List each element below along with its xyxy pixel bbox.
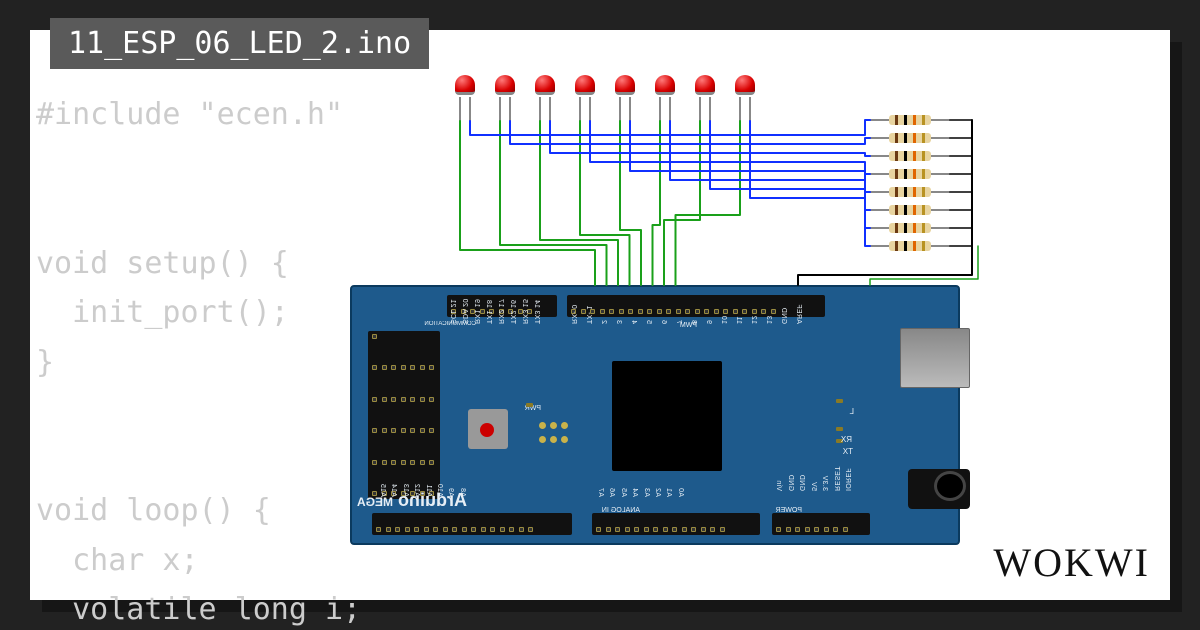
analog-in-label: ANALOG IN (602, 507, 640, 514)
pin-label-rx217: RX2 17 (497, 299, 504, 324)
led-5[interactable] (615, 75, 635, 101)
code-line: void loop() { (36, 493, 271, 528)
usb-port[interactable] (900, 328, 970, 388)
pin-label-3.3v: 3.3V (821, 475, 828, 491)
power-label: POWER (776, 507, 802, 514)
pin-label-pwm-9: 9 (705, 320, 712, 324)
resistor-1[interactable] (870, 115, 950, 125)
led-4[interactable] (575, 75, 595, 101)
rx-led (836, 427, 843, 431)
pin-label-pwm-6: 6 (660, 320, 667, 324)
resistor-4[interactable] (870, 169, 950, 179)
pin-label-a12: A12 (413, 484, 420, 497)
pin-label-a1: A1 (665, 488, 672, 497)
code-line: volatile long i; (36, 592, 361, 627)
digital-header-2x[interactable] (368, 331, 440, 499)
pin-label-pwm-aref: AREF (795, 304, 802, 324)
led-3[interactable] (535, 75, 555, 101)
resistor-7[interactable] (870, 223, 950, 233)
pin-label-pwm-11: 11 (735, 316, 742, 324)
pin-label-pwm-rx-0: RX- 0 (570, 305, 577, 324)
pin-label-gnd: GND (798, 475, 805, 491)
rx-label: RX (841, 435, 852, 444)
pin-label-pwm-3: 3 (615, 320, 622, 324)
reset-button[interactable] (468, 409, 508, 449)
pin-label-tx216: TX2 16 (509, 300, 516, 324)
resistor-8[interactable] (870, 241, 950, 251)
resistor-3[interactable] (870, 151, 950, 161)
filename: 11_ESP_06_LED_2.ino (68, 26, 411, 61)
pin-label-a5: A5 (620, 488, 627, 497)
file-title-bar: 11_ESP_06_LED_2.ino (50, 18, 429, 69)
resistor-5[interactable] (870, 187, 950, 197)
resistor-2[interactable] (870, 133, 950, 143)
pin-label-a11: A11 (425, 484, 432, 497)
power-header[interactable] (772, 513, 870, 535)
power-jack[interactable] (908, 469, 970, 509)
pin-label-rx315: RX3 15 (521, 299, 528, 324)
pin-label-a10: A10 (436, 484, 443, 497)
pin-label-a15: A15 (379, 484, 386, 497)
analog-header-2[interactable] (592, 513, 760, 535)
pin-label-pwm-gnd: GND (780, 308, 787, 324)
code-line: void setup() { (36, 246, 289, 281)
pin-label-a7: A7 (597, 488, 604, 497)
pin-label-pwm-5: 5 (645, 320, 652, 324)
mcu-chip (612, 361, 722, 471)
l-led (836, 399, 843, 403)
pin-label-5v: 5V (810, 482, 817, 491)
pin-label-rx119: RX1 19 (473, 299, 480, 324)
pin-label-a9: A9 (447, 488, 454, 497)
pin-label-vin: Vin (775, 480, 782, 491)
pin-label-a4: A4 (631, 488, 638, 497)
l-label: L (849, 407, 853, 416)
pin-label-pwm-12: 12 (750, 316, 757, 324)
pin-label-tx118: TX1 18 (485, 300, 492, 324)
pin-label-a6: A6 (608, 488, 615, 497)
pin-label-pwm-10: 10 (720, 316, 727, 324)
pin-label-a3: A3 (643, 488, 650, 497)
pin-label-a14: A14 (390, 484, 397, 497)
led-8[interactable] (735, 75, 755, 101)
pin-label-sda20: SDA 20 (461, 298, 468, 324)
pin-label-pwm-7: 7 (675, 320, 682, 324)
code-line: init_port(); (36, 295, 289, 330)
led-1[interactable] (455, 75, 475, 101)
pin-label-a0: A0 (677, 488, 684, 497)
pin-label-pwm-tx-1: TX- 1 (585, 305, 592, 324)
arduino-mega-board[interactable]: Arduino MEGA ANALOG IN POWER COMMUNICATI… (350, 285, 960, 545)
pin-label-ioref: IOREF (844, 468, 851, 491)
resistor-6[interactable] (870, 205, 950, 215)
pin-label-a2: A2 (654, 488, 661, 497)
wokwi-logo: WOKWI (993, 539, 1150, 586)
analog-header[interactable] (372, 513, 572, 535)
pwr-led (526, 403, 533, 407)
pin-label-gnd: GND (787, 475, 794, 491)
pin-label-reset: RESET (833, 466, 840, 491)
pin-label-pwm-4: 4 (630, 320, 637, 324)
code-line: char x; (36, 543, 199, 578)
circuit-diagram: Arduino MEGA ANALOG IN POWER COMMUNICATI… (350, 75, 1050, 555)
led-7[interactable] (695, 75, 715, 101)
pin-label-pwm-2: 2 (600, 320, 607, 324)
pin-label-a13: A13 (402, 484, 409, 497)
tx-label: TX (843, 447, 853, 456)
pin-label-tx314: TX3 14 (533, 300, 540, 324)
pin-label-scl21: SCL 21 (449, 299, 456, 324)
led-6[interactable] (655, 75, 675, 101)
led-2[interactable] (495, 75, 515, 101)
pin-label-a8: A8 (459, 488, 466, 497)
code-line: } (36, 345, 54, 380)
icsp-header[interactable] (537, 417, 579, 445)
code-line: #include "ecen.h" (36, 97, 343, 132)
pin-label-pwm-8: 8 (690, 320, 697, 324)
pin-label-pwm-13: 13 (765, 316, 772, 324)
